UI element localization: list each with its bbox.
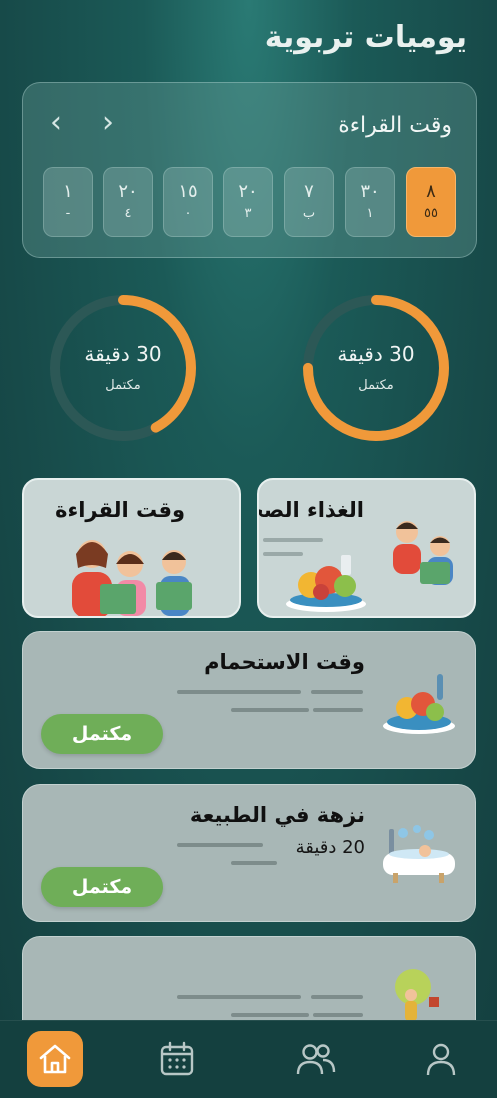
placeholder-line bbox=[313, 708, 363, 712]
nav-profile-button[interactable] bbox=[413, 1031, 469, 1087]
placeholder-line bbox=[177, 995, 301, 999]
placeholder-line bbox=[311, 690, 363, 694]
calendar-icon bbox=[160, 1041, 194, 1076]
reading-calendar-card: وقت القراءة › ‹ ٨ ٥٥ ٣٠ ١ ٧ ب ٢٠ ٣ ١٥ ٠ … bbox=[22, 82, 477, 258]
placeholder-line bbox=[231, 708, 309, 712]
page-title: يوميات تربوية bbox=[264, 20, 467, 55]
nav-home-button[interactable] bbox=[27, 1031, 83, 1087]
progress-ring: 30 دقيقة مكتمل bbox=[47, 292, 199, 444]
nav-group-button[interactable] bbox=[288, 1031, 344, 1087]
bottom-nav bbox=[0, 1020, 497, 1098]
day-item[interactable]: ٨ ٥٥ bbox=[406, 167, 456, 237]
placeholder-line bbox=[231, 1013, 309, 1017]
day-value: ٥٥ bbox=[424, 206, 438, 221]
day-item[interactable]: ٧ ب bbox=[284, 167, 334, 237]
group-icon bbox=[296, 1044, 336, 1075]
placeholder-line bbox=[177, 690, 301, 694]
day-value: ٤ bbox=[124, 206, 132, 221]
card-title: وقت القراءة bbox=[55, 498, 185, 522]
ring-value: 30 دقيقة bbox=[337, 342, 415, 366]
parent-child-reading-icon bbox=[393, 521, 453, 585]
fruit-bowl-icon bbox=[286, 555, 366, 612]
day-number: ٢٠ bbox=[118, 181, 138, 202]
family-reading-icon bbox=[72, 540, 192, 616]
day-value: ب bbox=[302, 206, 316, 221]
reading-time-card[interactable]: وقت القراءة bbox=[22, 478, 241, 618]
day-value: ٣ bbox=[244, 206, 252, 221]
progress-ring: 30 دقيقة مكتمل bbox=[300, 292, 452, 444]
day-number: ٧ bbox=[304, 181, 314, 202]
day-number: ١ bbox=[63, 181, 73, 202]
day-item[interactable]: ١٥ ٠ bbox=[163, 167, 213, 237]
activity-title: وقت الاستحمام bbox=[204, 650, 365, 674]
day-number: ١٥ bbox=[178, 181, 198, 202]
placeholder-line bbox=[313, 1013, 363, 1017]
day-value: ١ bbox=[366, 206, 374, 221]
bathtub-icon bbox=[383, 825, 455, 883]
ring-status: مكتمل bbox=[105, 378, 141, 393]
activity-card[interactable]: نزهة في الطبيعة 20 دقيقة مكتمل bbox=[22, 784, 476, 922]
card-title: الغذاء الصحي bbox=[259, 498, 364, 522]
activity-card[interactable]: وقت الاستحمام مكتمل bbox=[22, 631, 476, 769]
bath-fruit-icon bbox=[383, 674, 455, 734]
status-badge: مكتمل bbox=[41, 714, 163, 754]
day-value: ٠ bbox=[184, 206, 192, 221]
home-icon bbox=[39, 1044, 71, 1074]
day-item[interactable]: ٣٠ ١ bbox=[345, 167, 395, 237]
calendar-title: وقت القراءة bbox=[338, 113, 452, 138]
day-item[interactable]: ٢٠ ٣ bbox=[223, 167, 273, 237]
day-number: ٣٠ bbox=[360, 181, 380, 202]
day-number: ٨ bbox=[426, 181, 436, 202]
ring-status: مكتمل bbox=[358, 378, 394, 393]
profile-icon bbox=[426, 1043, 456, 1076]
status-badge: مكتمل bbox=[41, 867, 163, 907]
activity-duration: 20 دقيقة bbox=[295, 837, 365, 858]
nature-walk-icon bbox=[395, 969, 439, 1021]
healthy-food-card[interactable]: الغذاء الصحي bbox=[257, 478, 476, 618]
placeholder-line bbox=[177, 843, 263, 847]
placeholder-line bbox=[231, 861, 277, 865]
day-value: - bbox=[65, 206, 71, 221]
day-number: ٢٠ bbox=[238, 181, 258, 202]
day-item[interactable]: ٢٠ ٤ bbox=[103, 167, 153, 237]
next-arrow-icon[interactable]: › bbox=[95, 108, 121, 138]
placeholder-line bbox=[311, 995, 363, 999]
day-item[interactable]: ١ - bbox=[43, 167, 93, 237]
activity-title: نزهة في الطبيعة bbox=[189, 803, 365, 827]
nav-calendar-button[interactable] bbox=[149, 1031, 205, 1087]
ring-value: 30 دقيقة bbox=[84, 342, 162, 366]
prev-arrow-icon[interactable]: ‹ bbox=[43, 108, 69, 138]
